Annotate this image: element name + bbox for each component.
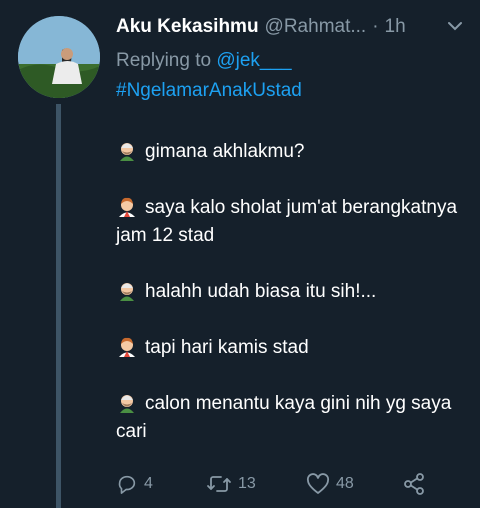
dialogue-text: gimana akhlakmu? xyxy=(145,141,305,162)
dialogue-line: gimana akhlakmu? xyxy=(116,138,466,166)
like-button[interactable]: 48 xyxy=(306,473,402,495)
dialogue-text: tapi hari kamis stad xyxy=(145,337,309,358)
share-icon xyxy=(404,473,424,495)
tweet-actions: 4 13 48 xyxy=(116,470,446,498)
dialogue-line: saya kalo sholat jum'at berangkatnya jam… xyxy=(116,194,466,250)
dialogue-text: calon menantu kaya gini nih yg saya cari xyxy=(116,393,452,442)
dialogue-text: halahh udah biasa itu sih!... xyxy=(145,281,377,302)
dialogue-line: calon menantu kaya gini nih yg saya cari xyxy=(116,390,466,446)
separator-dot: · xyxy=(372,16,379,37)
chevron-down-icon[interactable] xyxy=(448,21,462,31)
boy-emoji-icon xyxy=(119,197,135,217)
boy-emoji-icon xyxy=(119,337,135,357)
tweet-body: gimana akhlakmu? saya kalo sholat jum'at… xyxy=(116,138,466,446)
author-handle[interactable]: @Rahmat... xyxy=(265,16,367,38)
hashtag-line: #NgelamarAnakUstad xyxy=(116,80,302,102)
hashtag-link[interactable]: #NgelamarAnakUstad xyxy=(116,80,302,101)
dialogue-line: tapi hari kamis stad xyxy=(116,334,466,362)
replying-to: Replying to @jek___ xyxy=(116,50,292,72)
reply-icon xyxy=(118,475,136,494)
retweet-button[interactable]: 13 xyxy=(206,473,306,495)
retweet-count: 13 xyxy=(238,475,256,492)
avatar[interactable] xyxy=(18,16,100,98)
thread-line xyxy=(56,104,61,508)
retweet-icon xyxy=(207,476,231,492)
tweet-header: Aku Kekasihmu @Rahmat... · 1h xyxy=(116,12,466,42)
replying-prefix: Replying to xyxy=(116,50,212,71)
tweet-time[interactable]: 1h xyxy=(385,16,406,38)
like-count: 48 xyxy=(336,475,354,492)
dialogue-text: saya kalo sholat jum'at berangkatnya jam… xyxy=(116,197,458,246)
author-name[interactable]: Aku Kekasihmu xyxy=(116,16,259,38)
reply-count: 4 xyxy=(144,475,153,492)
mention-link[interactable]: @jek___ xyxy=(216,50,291,71)
share-button[interactable] xyxy=(402,472,426,496)
father-emoji-icon xyxy=(120,395,134,413)
father-emoji-icon xyxy=(120,283,134,301)
heart-icon xyxy=(306,473,330,494)
father-emoji-icon xyxy=(120,143,134,161)
reply-button[interactable]: 4 xyxy=(116,473,206,495)
dialogue-line: halahh udah biasa itu sih!... xyxy=(116,278,466,306)
